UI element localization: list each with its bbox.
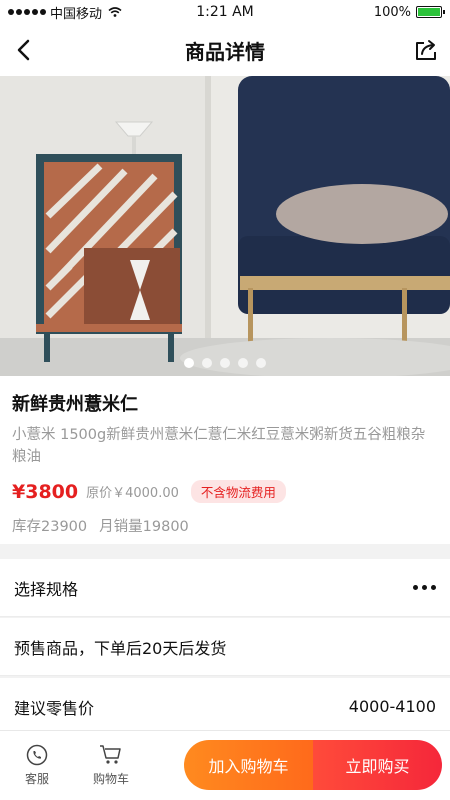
product-photo (0, 76, 450, 376)
battery-icon (416, 6, 445, 18)
status-bar: 中国移动 1:21 AM 100% (0, 0, 450, 24)
cart-label: 购物车 (92, 772, 129, 786)
product-name: 新鲜贵州薏米仁 (12, 394, 138, 415)
battery-percent: 100% (373, 4, 411, 20)
original-price: 原价￥4000.00 (86, 486, 179, 501)
presale-row: 预售商品，下单后20天后发货 (0, 618, 450, 676)
nav-bar: 商品详情 (0, 24, 450, 76)
carousel-dot[interactable] (202, 358, 212, 368)
customer-service-label: 客服 (24, 772, 49, 786)
product-description: 小薏米 1500g新鲜贵州薏米仁薏仁米红豆薏米粥新货五谷粗粮杂粮油 (12, 427, 426, 465)
page-title: 商品详情 (185, 39, 265, 64)
carousel-dot[interactable] (256, 358, 266, 368)
add-to-cart-button[interactable]: 加入购物车 (184, 740, 313, 790)
product-image-carousel[interactable] (0, 76, 450, 376)
wifi-icon (108, 7, 122, 17)
carrier-label: 中国移动 (50, 6, 103, 22)
product-info: 新鲜贵州薏米仁 小薏米 1500g新鲜贵州薏米仁薏仁米红豆薏米粥新货五谷粗粮杂粮… (0, 376, 450, 544)
carousel-dot[interactable] (184, 358, 194, 368)
share-button[interactable] (410, 34, 442, 66)
shipping-fee-badge: 不含物流费用 (190, 480, 286, 503)
presale-label: 预售商品，下单后20天后发货 (14, 638, 227, 658)
chevron-left-icon (17, 39, 30, 61)
select-spec-row[interactable]: 选择规格 (0, 559, 450, 617)
back-button[interactable] (8, 34, 40, 66)
more-icon (413, 585, 436, 590)
retail-price-label: 建议零售价 (14, 698, 95, 718)
purchase-actions: 加入购物车 立即购买 (184, 740, 442, 790)
cart-button[interactable]: 购物车 (74, 744, 148, 787)
retail-price-value: 4000-4100 (348, 697, 436, 716)
signal-icon (8, 9, 46, 15)
phone-icon (26, 744, 48, 766)
monthly-sales: 月销量19800 (99, 519, 189, 535)
carousel-indicator[interactable] (0, 358, 450, 368)
buy-now-button[interactable]: 立即购买 (313, 740, 442, 790)
shopping-cart-icon (100, 745, 121, 764)
stock-count: 库存23900 (12, 519, 88, 535)
product-price: ¥3800 (12, 480, 79, 503)
carousel-dot[interactable] (220, 358, 230, 368)
share-icon (416, 40, 436, 60)
retail-price-row: 建议零售价 4000-4100 (0, 678, 450, 736)
customer-service-button[interactable]: 客服 (0, 744, 74, 787)
carousel-dot[interactable] (238, 358, 248, 368)
spec-label: 选择规格 (14, 579, 79, 599)
bottom-action-bar: 客服 购物车 加入购物车 立即购买 (0, 730, 450, 800)
